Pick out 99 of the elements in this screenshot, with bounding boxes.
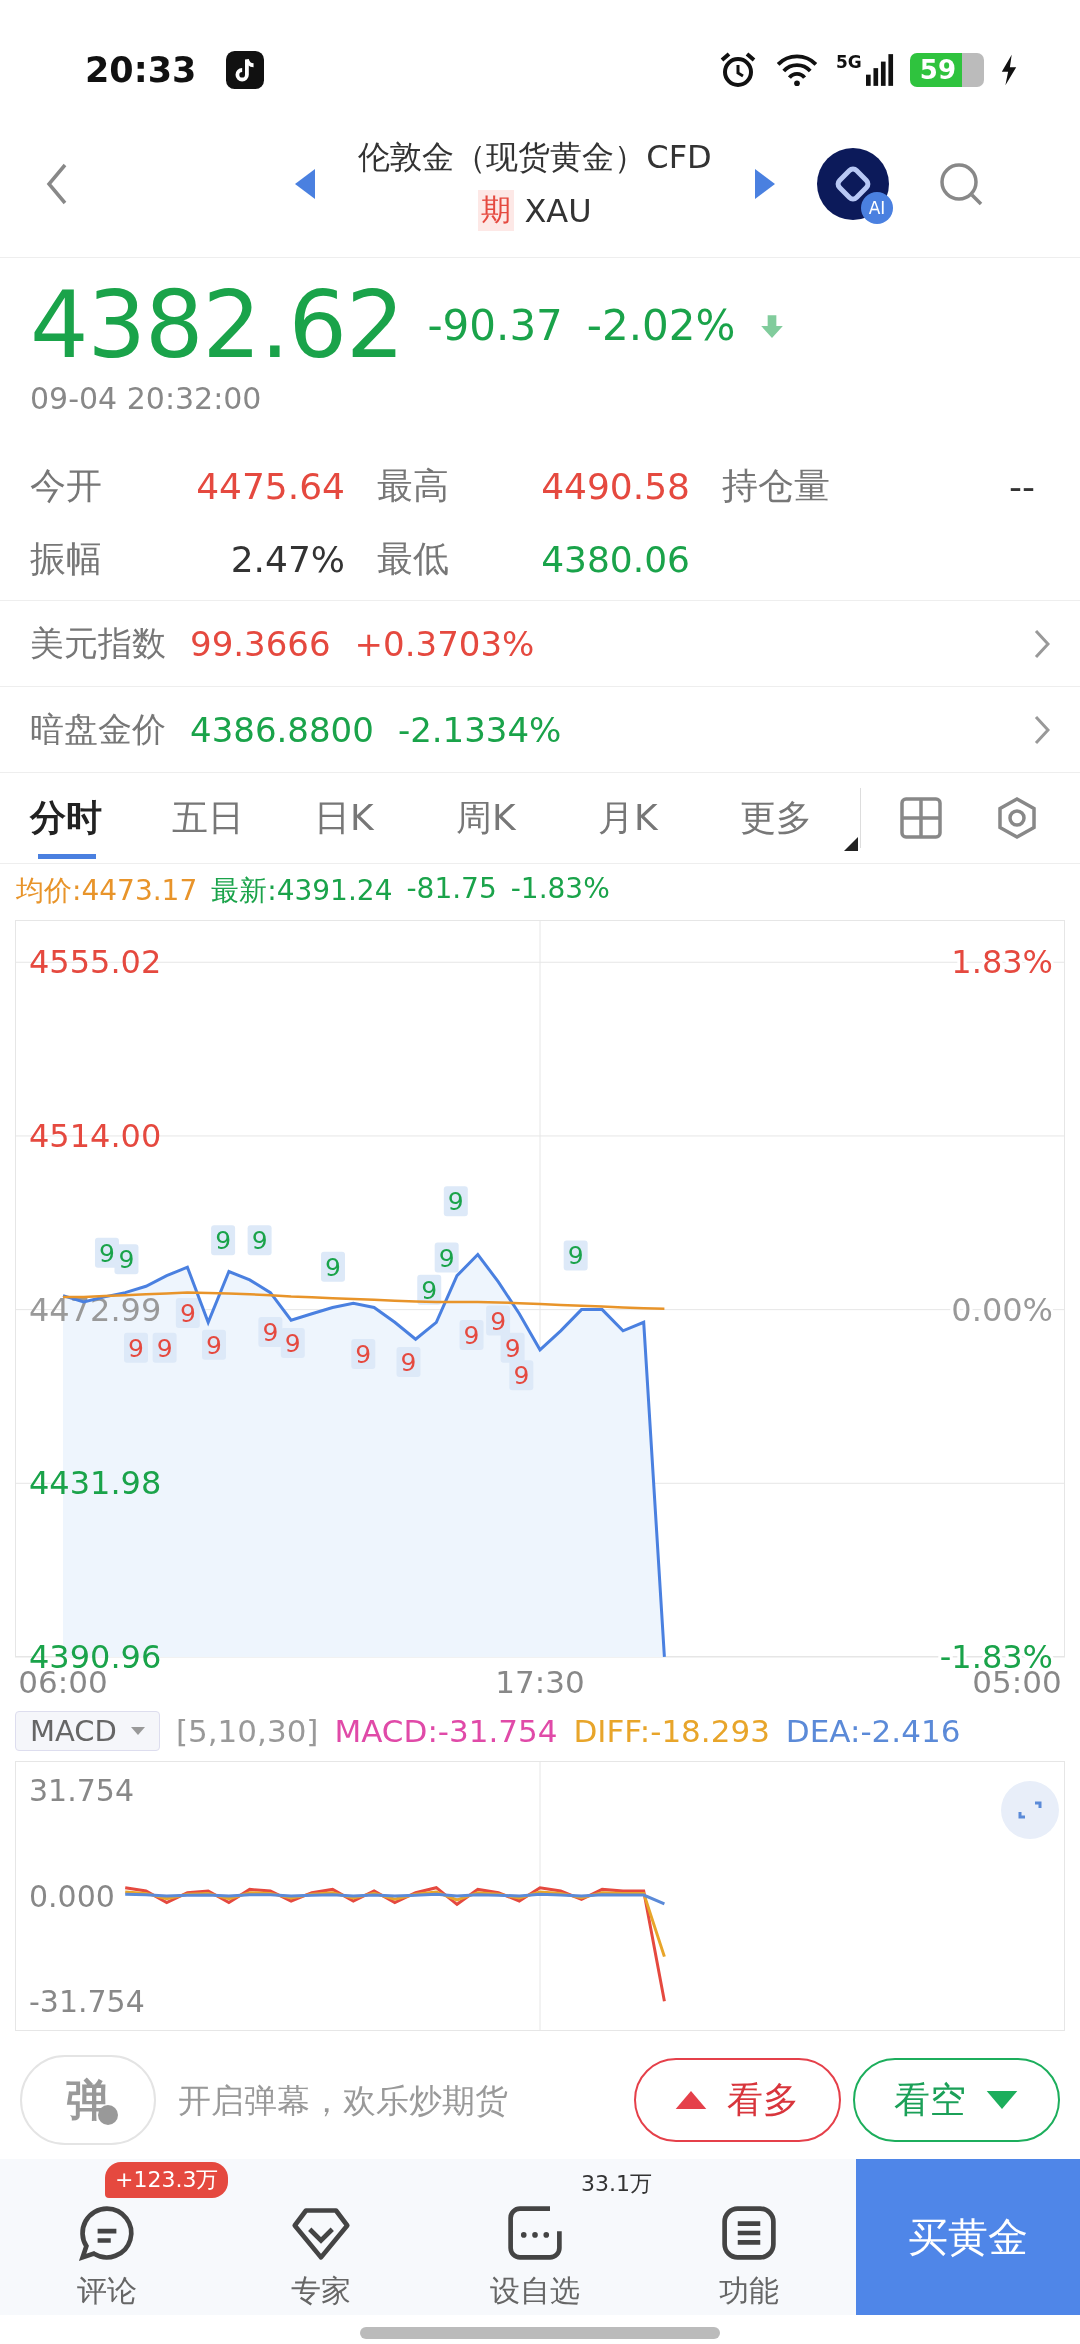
comment-count-badge: +123.3万 <box>105 2162 229 2198</box>
percent-axis-label: 1.83% <box>951 943 1053 982</box>
stat-label: 最低 <box>376 537 450 582</box>
stat-value: 4380.06 <box>540 539 690 580</box>
network-label: 5G <box>836 52 862 72</box>
price-axis-label: 4555.02 <box>29 943 162 982</box>
macd-axis-label: 31.754 <box>29 1773 134 1809</box>
latest-price: 最新:4391.24 <box>211 873 393 909</box>
menu-icon <box>719 2203 779 2263</box>
previous-icon[interactable] <box>295 168 315 199</box>
signal-label: 9 <box>258 1317 283 1348</box>
signal-label: 9 <box>211 1225 236 1256</box>
chart-period-tab[interactable]: 五日 <box>160 773 302 863</box>
index-change: +0.3703% <box>354 623 535 664</box>
settings-icon[interactable] <box>995 796 1039 840</box>
indicator-dropdown[interactable]: MACD <box>15 1711 160 1751</box>
signal-label: 9 <box>247 1225 272 1256</box>
dea-value: DEA:-2.416 <box>785 1713 961 1749</box>
charging-icon <box>1000 54 1018 86</box>
signal-label: 9 <box>443 1186 468 1217</box>
signal-label: 9 <box>351 1339 376 1370</box>
signal-label: 9 <box>459 1320 484 1350</box>
bearish-button[interactable]: 看空 <box>852 2058 1060 2142</box>
buy-button[interactable]: 买黄金 <box>856 2159 1080 2315</box>
grid-layout-icon[interactable] <box>899 796 943 840</box>
signal-label: 9 <box>396 1347 421 1378</box>
next-icon[interactable] <box>755 168 775 199</box>
expand-icon[interactable] <box>1001 1781 1059 1839</box>
clock-time: 20:33 <box>85 50 197 90</box>
quote-timestamp: 09-04 20:32:00 <box>30 381 263 416</box>
stat-label: 今开 <box>30 464 103 509</box>
index-change: -2.1334% <box>397 709 562 750</box>
back-icon[interactable] <box>45 161 69 206</box>
bottom-nav-item[interactable]: 专家 <box>214 2199 428 2315</box>
macd-axis-label: -31.754 <box>29 1983 145 2019</box>
signal-label: 9 <box>563 1240 588 1271</box>
caret-icon <box>130 1727 145 1735</box>
indicator-params: [5,10,30] <box>175 1713 319 1749</box>
related-index-row[interactable]: 暗盘金价 4386.8800 -2.1334% <box>0 687 1080 773</box>
chevron-right-icon <box>1034 714 1050 745</box>
macd-axis-label: 0.000 <box>29 1878 115 1914</box>
battery-indicator: 59 <box>909 53 984 87</box>
macd-value: MACD:-31.754 <box>334 1713 558 1749</box>
instrument-symbol: XAU <box>524 191 592 230</box>
stat-value: -- <box>1008 466 1035 507</box>
chart-period-tab[interactable]: 日K <box>302 773 444 863</box>
bullish-button[interactable]: 看多 <box>633 2058 841 2142</box>
chart-period-tab[interactable]: 周K <box>444 773 586 863</box>
percent-axis-label: 0.00% <box>951 1290 1053 1329</box>
signal-label: 9 <box>486 1305 511 1336</box>
stat-label: 振幅 <box>30 537 103 582</box>
stat-label: 持仓量 <box>721 464 831 509</box>
stat-value: 2.47% <box>229 539 345 580</box>
stat-label: 最高 <box>376 464 450 509</box>
bottom-nav-item[interactable]: 设自选 <box>428 2199 642 2315</box>
signal-label: 9 <box>417 1274 442 1305</box>
related-index-row[interactable]: 美元指数 99.3666 +0.3703% <box>0 601 1080 687</box>
signal-label: 9 <box>434 1242 459 1273</box>
danmaku-toggle[interactable]: 弹 <box>20 2055 157 2145</box>
bottom-nav-item[interactable]: 功能 <box>642 2199 856 2315</box>
signal-label: 9 <box>321 1251 345 1282</box>
signal-label: 9 <box>509 1360 534 1391</box>
futures-tag: 期 <box>478 190 515 231</box>
wifi-icon <box>774 53 820 87</box>
percent-change: -2.02% <box>586 301 736 350</box>
average-price: 均价:4473.17 <box>16 873 198 909</box>
index-value: 99.3666 <box>190 623 331 664</box>
price-change: -90.37 <box>427 301 563 350</box>
triangle-up-icon <box>675 2091 708 2109</box>
stat-value: 4475.64 <box>195 466 345 507</box>
speech-bubble-icon <box>77 2203 137 2263</box>
chevron-right-icon <box>1034 628 1050 659</box>
diff-value: DIFF:-18.293 <box>573 1713 770 1749</box>
triangle-down-icon <box>986 2091 1019 2109</box>
latest-change: -81.75 <box>406 872 497 907</box>
chart-period-tab[interactable]: 月K <box>586 773 728 863</box>
price-axis-label: 4431.98 <box>29 1464 162 1503</box>
stat-value: 4490.58 <box>540 466 690 507</box>
alarm-icon <box>718 50 758 90</box>
signal-icon <box>865 53 894 87</box>
price-axis-label: 4472.99 <box>29 1290 162 1329</box>
signal-label: 9 <box>280 1328 305 1359</box>
time-axis-label: 17:30 <box>495 1664 585 1700</box>
bottom-nav-item[interactable]: 评论 <box>0 2199 214 2315</box>
index-value: 4386.8800 <box>190 709 374 750</box>
note-app-icon <box>226 51 265 89</box>
index-label: 暗盘金价 <box>30 707 166 751</box>
instrument-title: 伦敦金（现货黄金）CFD <box>358 137 712 178</box>
danmaku-input[interactable]: 开启弹幕，欢乐炒期货 <box>176 2079 614 2121</box>
watch-count: 33.1万 <box>581 2170 652 2198</box>
price-axis-label: 4514.00 <box>29 1116 162 1155</box>
index-label: 美元指数 <box>30 621 166 665</box>
signal-label: 9 <box>114 1244 139 1275</box>
latest-percent: -1.83% <box>510 872 610 907</box>
ai-badge: AI <box>861 191 893 224</box>
chart-period-tab[interactable]: 分时 <box>18 773 160 863</box>
last-price: 4382.62 <box>30 272 404 379</box>
dots-square-icon <box>505 2203 565 2263</box>
signal-label: 9 <box>124 1332 148 1363</box>
